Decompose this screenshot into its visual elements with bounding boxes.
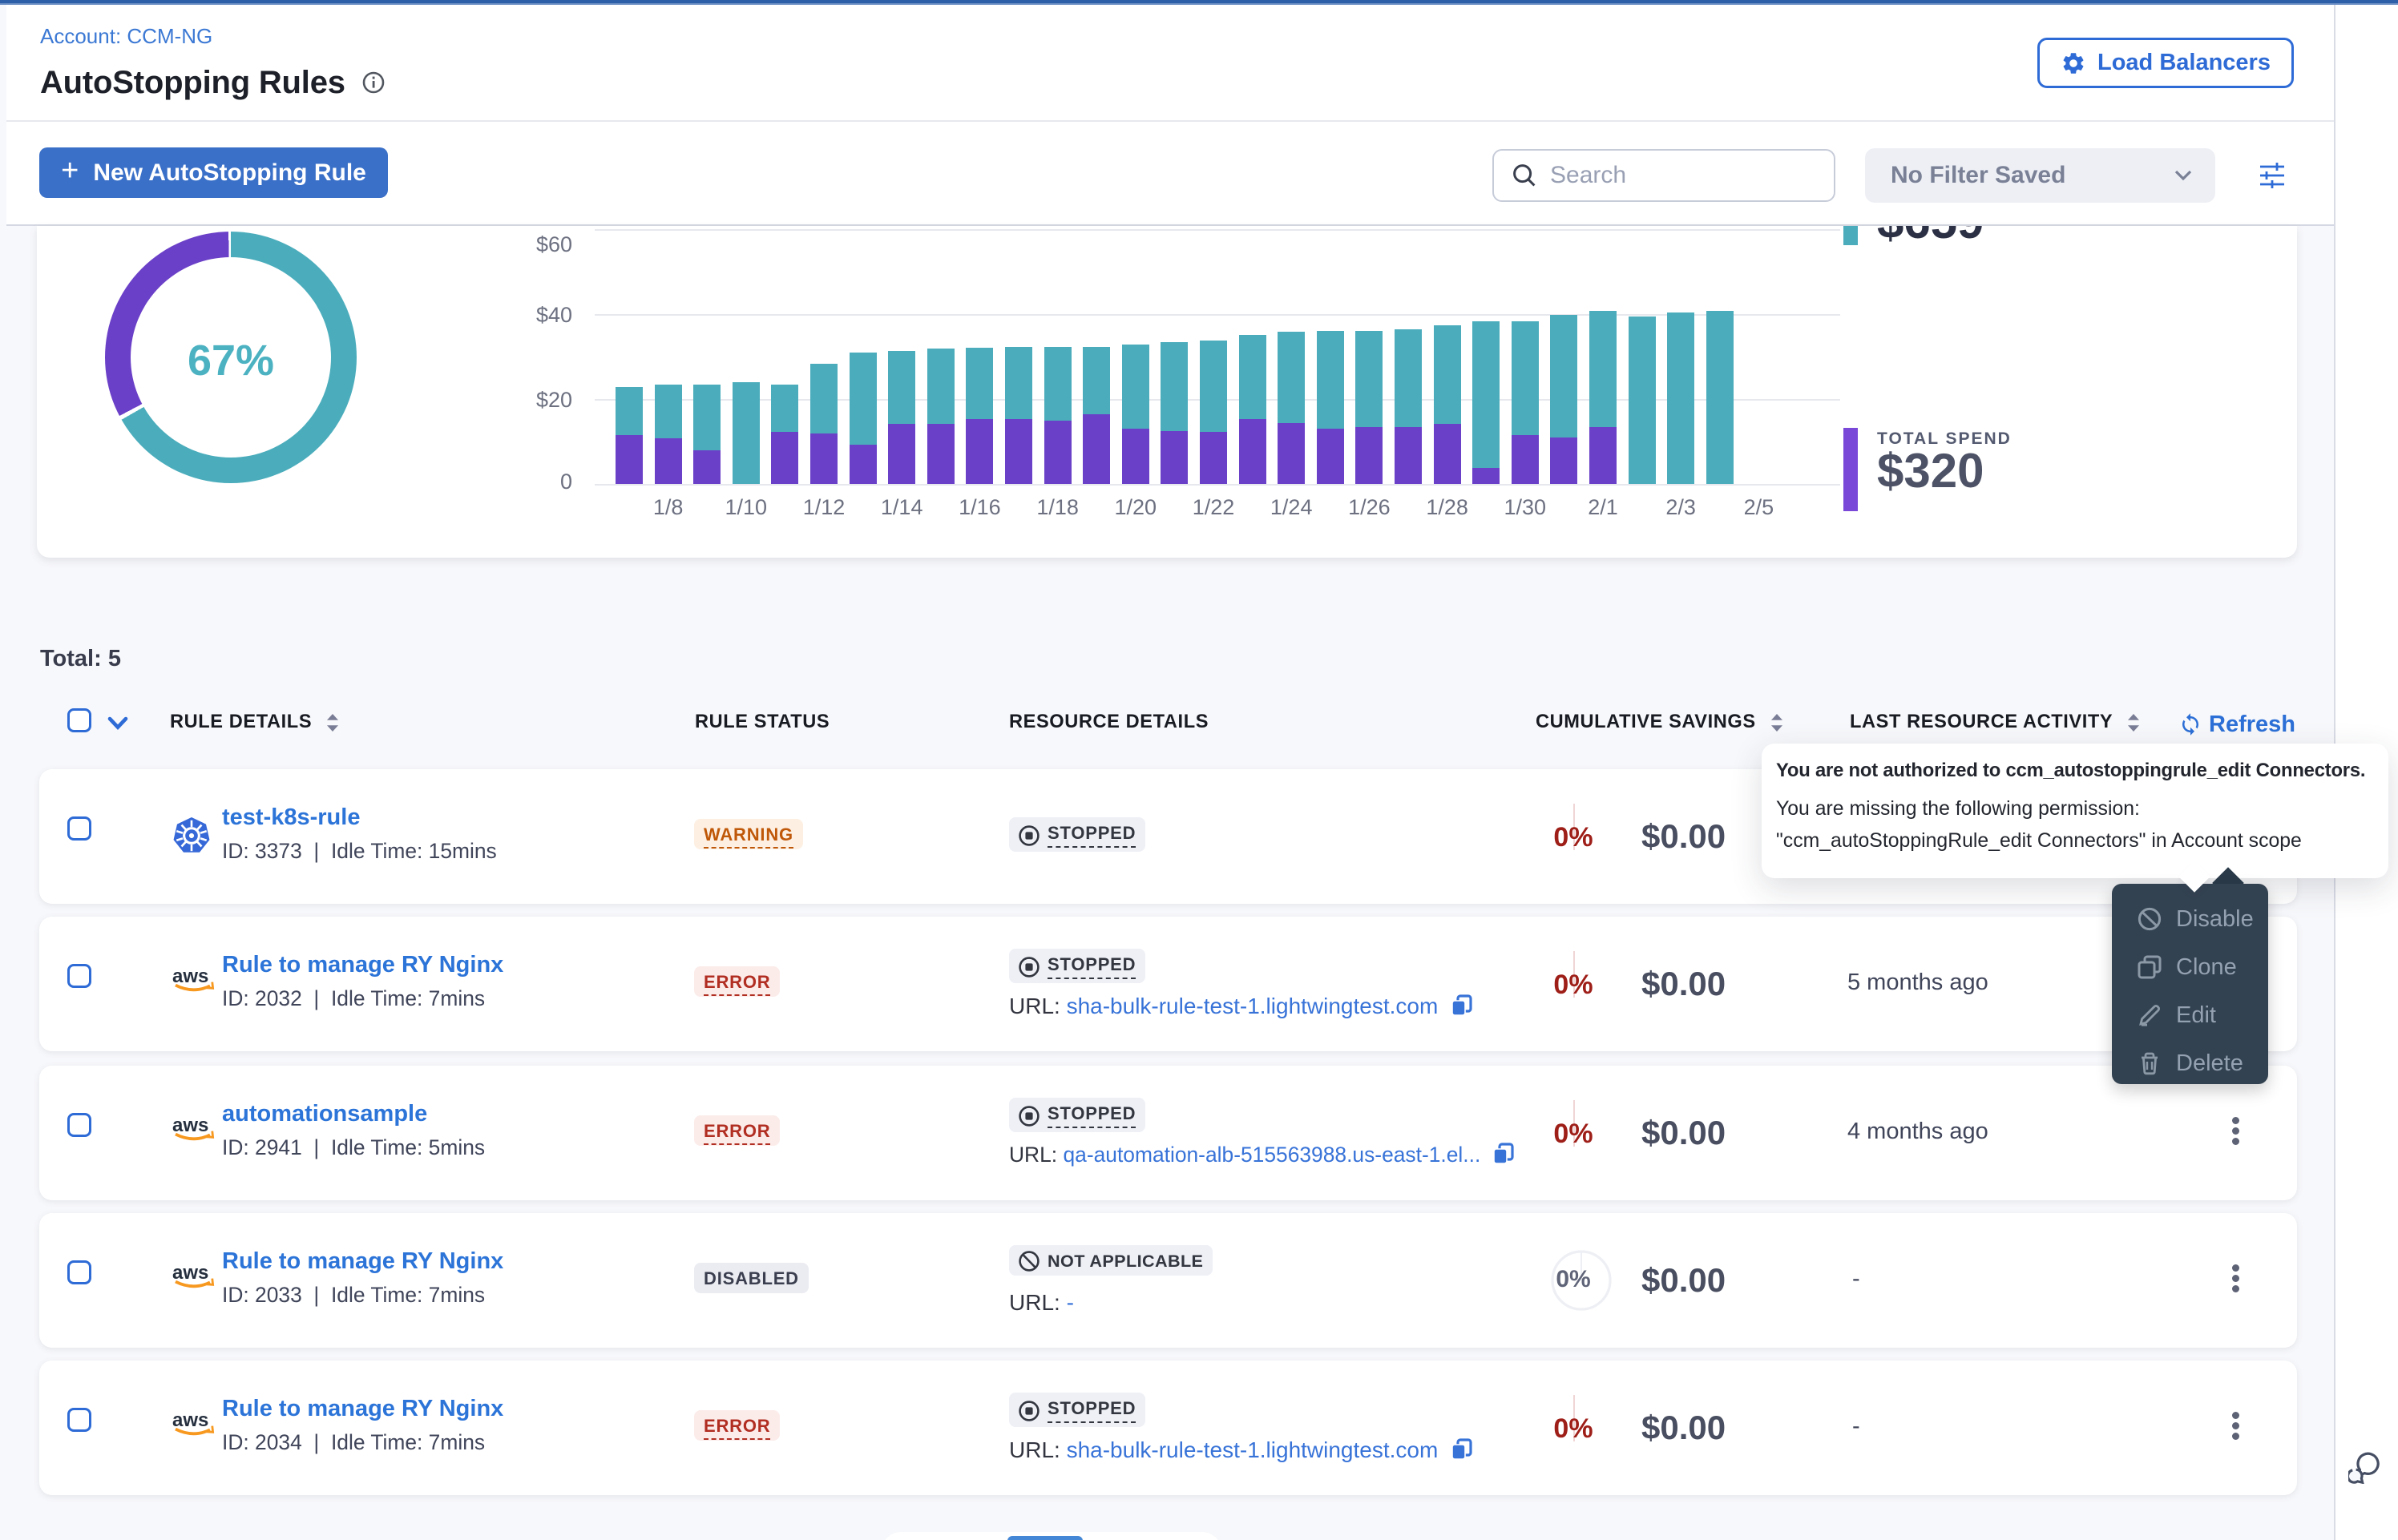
svg-text:aws: aws xyxy=(172,1262,208,1284)
svg-text:aws: aws xyxy=(172,966,208,987)
svg-text:aws: aws xyxy=(172,1115,208,1136)
svg-text:aws: aws xyxy=(172,1409,208,1431)
